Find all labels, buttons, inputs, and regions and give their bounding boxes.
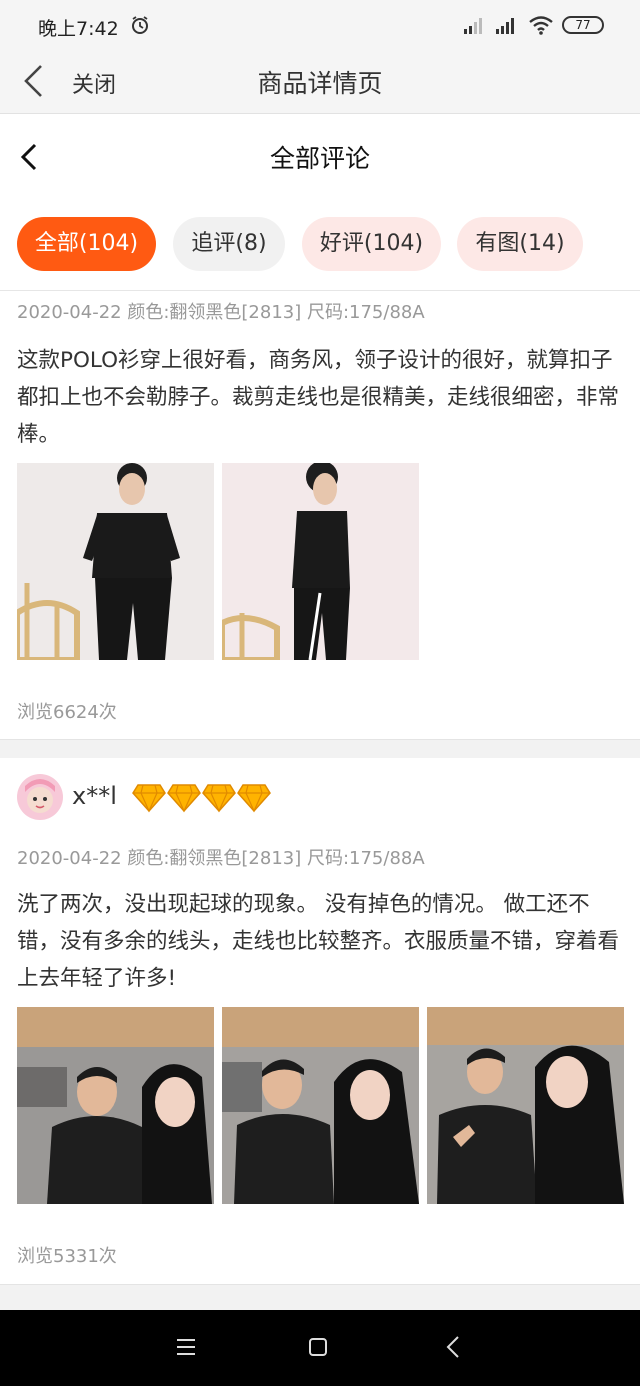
battery-icon: 77 [562,16,604,34]
review-text: 洗了两次，没出现起球的现象。 没有掉色的情况。 做工还不错，没有多余的线头，走线… [17,892,620,991]
review-photo[interactable] [222,463,419,660]
review-photo[interactable] [427,1007,624,1204]
status-time: 晚上7:42 [38,18,119,40]
signal-icon [496,18,514,34]
back-icon[interactable] [446,1335,460,1359]
filter-tab-with-photos[interactable]: 有图(14) [457,217,583,271]
review-meta: 2020-04-22 颜色:翻领黑色[2813] 尺码:175/88A [17,302,425,323]
review-photo[interactable] [17,463,214,660]
review-meta: 2020-04-22 颜色:翻领黑色[2813] 尺码:175/88A [17,848,425,869]
alarm-icon [132,16,148,34]
review-photo[interactable] [17,1007,214,1204]
filter-tab-followup[interactable]: 追评(8) [173,217,285,271]
diamond-icon [237,784,271,813]
diamond-icon [202,784,236,813]
signal-icon [464,18,482,34]
review-views: 浏览6624次 [17,702,117,723]
home-icon[interactable] [308,1337,328,1357]
wifi-icon [529,16,553,35]
comments-title: 全部评论 [269,144,370,173]
avatar[interactable] [17,774,63,820]
comments-header: 全部评论 [0,115,640,199]
review-views: 浏览5331次 [17,1246,117,1267]
divider [0,739,640,758]
status-bar: 晚上7:42 77 [0,0,640,50]
review-photo[interactable] [222,1007,419,1204]
review-card[interactable]: x**l 2020-04-22 颜色:翻领黑色[2813] 尺码:175/88A… [0,758,640,1284]
filter-tab-all[interactable]: 全部(104) [17,217,156,271]
diamond-icon [167,784,201,813]
system-nav-bar [0,1310,640,1386]
review-text: 这款POLO衫穿上很好看，商务风，领子设计的很好，就算扣子都扣上也不会勒脖子。裁… [17,348,620,447]
review-card[interactable]: 2020-04-22 颜色:翻领黑色[2813] 尺码:175/88A 这款PO… [0,292,640,739]
menu-icon[interactable] [176,1338,196,1356]
diamond-icon [132,784,166,813]
filter-tab-positive[interactable]: 好评(104) [302,217,441,271]
filter-tabs: 全部(104) 追评(8) 好评(104) 有图(14) [0,199,640,291]
nav-bar: 关闭 商品详情页 [0,50,640,114]
page-title: 商品详情页 [257,69,383,98]
username: x**l [72,782,117,810]
divider [0,1284,640,1310]
